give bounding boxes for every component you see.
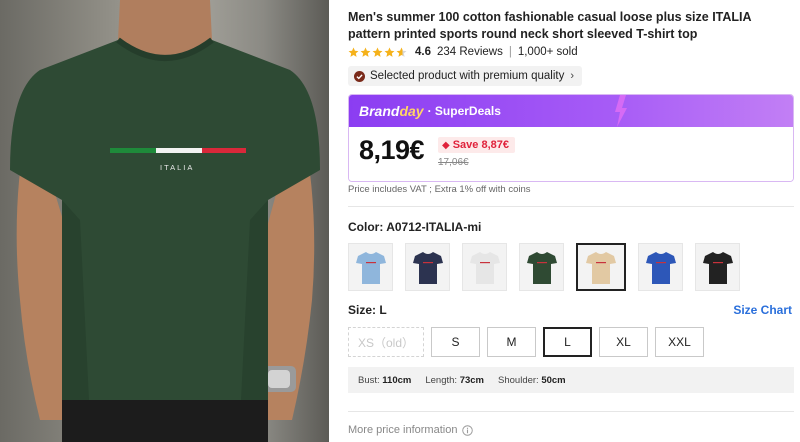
size-measurements: Bust: 110cm Length: 73cm Shoulder: 50cm bbox=[348, 367, 794, 393]
separator: | bbox=[508, 46, 512, 58]
superdeals-header: Brand day · SuperDeals bbox=[349, 95, 793, 127]
rating-value: 4.6 bbox=[415, 46, 431, 58]
shirt-print-text: ITALIA bbox=[160, 163, 195, 172]
superdeals-box: Brand day · SuperDeals 8,19€ ◆ Save 8,87… bbox=[348, 94, 794, 182]
flag-white-stripe bbox=[156, 148, 202, 153]
rating-stars[interactable] bbox=[348, 47, 407, 58]
tshirt-thumbnail-icon bbox=[645, 252, 676, 284]
info-icon bbox=[462, 424, 474, 436]
size-options: XS（old） S M L XL XXL bbox=[348, 327, 704, 357]
tag-icon: ◆ bbox=[442, 139, 450, 151]
color-swatch-navy[interactable] bbox=[405, 243, 450, 291]
star-icon bbox=[360, 47, 371, 57]
divider bbox=[348, 206, 794, 207]
rating-row: 4.6 234 Reviews | 1,000+ sold bbox=[348, 44, 578, 60]
size-option-s[interactable]: S bbox=[431, 327, 480, 357]
color-swatch-black[interactable] bbox=[695, 243, 740, 291]
tshirt-thumbnail-icon bbox=[526, 252, 557, 284]
half-star-icon bbox=[396, 47, 407, 57]
tshirt-thumbnail-icon bbox=[702, 252, 733, 284]
tshirt-thumbnail-icon bbox=[469, 252, 500, 284]
current-price: 8,19€ bbox=[359, 135, 425, 165]
original-price: 17,06€ bbox=[438, 157, 469, 168]
color-swatch-light-blue[interactable] bbox=[348, 243, 393, 291]
size-option-l[interactable]: L bbox=[543, 327, 592, 357]
brand-text: Brand bbox=[359, 103, 400, 119]
color-swatch-royal-blue[interactable] bbox=[638, 243, 683, 291]
tshirt-thumbnail-icon bbox=[586, 252, 616, 284]
check-shield-icon bbox=[354, 70, 365, 82]
shoulder-measure: Shoulder: 50cm bbox=[498, 375, 566, 386]
size-option-xxl[interactable]: XXL bbox=[655, 327, 704, 357]
more-price-text: More price information bbox=[348, 424, 458, 436]
length-label: Length: bbox=[425, 374, 458, 386]
product-photo[interactable]: ITALIA bbox=[0, 0, 329, 442]
vat-note: Price includes VAT ; Extra 1% off with c… bbox=[348, 184, 531, 195]
flag-green-stripe bbox=[110, 148, 156, 153]
premium-quality-badge[interactable]: Selected product with premium quality › bbox=[348, 66, 582, 86]
star-icon bbox=[372, 47, 383, 57]
tshirt-thumbnail-icon bbox=[355, 252, 386, 284]
bust-value: 110cm bbox=[382, 374, 412, 386]
more-price-info[interactable]: More price information bbox=[348, 424, 474, 436]
price-area: 8,19€ ◆ Save 8,87€ 17,06€ bbox=[349, 127, 793, 181]
product-title: Men's summer 100 cotton fashionable casu… bbox=[348, 10, 752, 41]
product-info-panel: Men's summer 100 cotton fashionable casu… bbox=[348, 0, 794, 442]
lightning-icon bbox=[615, 95, 627, 127]
size-label: Size: L bbox=[348, 303, 387, 317]
reviews-link[interactable]: 234 Reviews bbox=[437, 46, 503, 58]
flag-red-stripe bbox=[202, 148, 246, 153]
star-icon bbox=[384, 47, 395, 57]
size-chart-link[interactable]: Size Chart bbox=[733, 303, 792, 317]
superdeals-label: · SuperDeals bbox=[427, 104, 501, 118]
color-swatch-dark-green[interactable] bbox=[519, 243, 564, 291]
size-option-xsold: XS（old） bbox=[348, 327, 424, 357]
tshirt-model-image bbox=[10, 0, 320, 442]
color-swatch-beige[interactable] bbox=[576, 243, 626, 291]
chevron-right-icon: › bbox=[570, 70, 574, 82]
brand-day-text: day bbox=[399, 103, 424, 119]
size-option-m[interactable]: M bbox=[487, 327, 536, 357]
color-label: Color: A0712-ITALIA-mi bbox=[348, 220, 482, 234]
sold-count: 1,000+ sold bbox=[517, 46, 578, 58]
shoulder-value: 50cm bbox=[541, 374, 566, 386]
save-amount: Save 8,87€ bbox=[452, 139, 509, 151]
bust-measure: Bust: 110cm bbox=[358, 375, 411, 386]
star-icon bbox=[348, 47, 359, 57]
bust-label: Bust: bbox=[358, 374, 380, 386]
length-value: 73cm bbox=[459, 374, 485, 386]
tshirt-thumbnail-icon bbox=[412, 252, 443, 284]
save-badge: ◆ Save 8,87€ bbox=[438, 137, 515, 153]
color-swatches bbox=[348, 243, 740, 291]
quality-text: Selected product with premium quality bbox=[370, 70, 565, 82]
color-swatch-white[interactable] bbox=[462, 243, 507, 291]
length-measure: Length: 73cm bbox=[425, 375, 484, 386]
shoulder-label: Shoulder: bbox=[498, 374, 539, 386]
divider bbox=[348, 411, 794, 412]
size-option-xl[interactable]: XL bbox=[599, 327, 648, 357]
